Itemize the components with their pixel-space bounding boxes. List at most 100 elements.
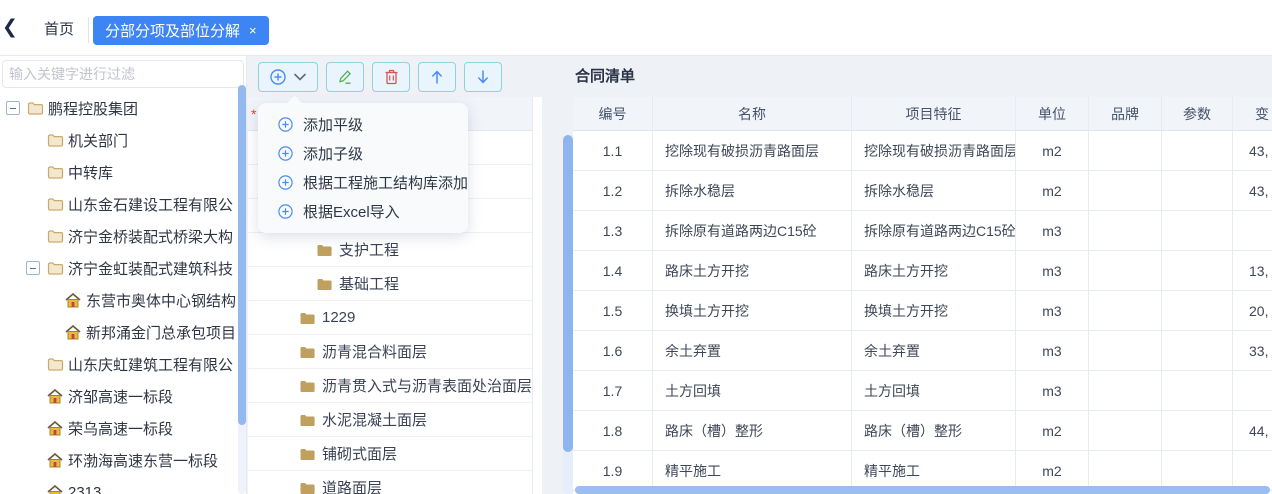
sidebar-tree-item[interactable]: 新邦涌金门总承包项目 [0,316,247,348]
table-cell: m2 [1016,131,1089,171]
table-cell: 精平施工 [852,451,1016,491]
work-breakdown-row[interactable]: 铺砌式面层 [248,437,532,471]
top-tab-bar: ❮ 首页 分部分项及部位分解 × [0,0,1272,56]
folder-icon [46,165,64,179]
sidebar-tree-item[interactable]: 山东金石建设工程有限公 [0,188,247,220]
sidebar-tree-item[interactable]: 济宁金虹装配式建筑科技 [0,252,247,284]
dropdown-item[interactable]: 根据工程施工结构库添加 [258,168,468,197]
tree-filter-input[interactable] [2,60,244,88]
sidebar-tree-item[interactable]: 荣乌高速一标段 [0,412,247,444]
add-dropdown-menu: 添加平级添加子级根据工程施工结构库添加根据Excel导入 [258,103,468,233]
table-cell: 3 [1233,211,1272,251]
table-cell: 拆除原有道路两边C15砼 [852,211,1016,251]
tab-active-decomposition[interactable]: 分部分项及部位分解 × [93,16,269,45]
sidebar-scrollbar-thumb[interactable] [238,85,246,425]
dropdown-item[interactable]: 添加平级 [258,110,468,139]
sidebar-tree-item[interactable]: 2313 [0,476,247,494]
table-cell: 20, [1233,291,1272,331]
table-body: 1.1挖除现有破损沥青路面层挖除现有破损沥青路面层m243,1.2拆除水稳层拆除… [573,131,1272,491]
folder-icon [315,277,333,291]
table-cell: m3 [1016,371,1089,411]
column-header: 项目特征 [852,97,1016,131]
folder-icon [298,481,316,494]
chevron-down-icon [294,73,306,81]
work-item-label: 基础工程 [339,273,399,294]
sidebar-tree-item[interactable]: 中转库 [0,156,247,188]
table-cell: 拆除水稳层 [852,171,1016,211]
folder-icon [46,357,64,371]
folder-icon [26,101,44,115]
plus-circle-icon [278,146,293,161]
trash-icon [384,69,399,85]
table-cell: m3 [1016,211,1089,251]
table-cell: 44, [1233,411,1272,451]
org-tree-sidebar: 鹏程控股集团机关部门中转库山东金石建设工程有限公济宁金桥装配式桥梁大构济宁金虹装… [0,56,247,494]
sidebar-tree-item[interactable]: 山东庆虹建筑工程有限公 [0,348,247,380]
contract-list-table: 编号名称项目特征单位品牌参数变 1.1挖除现有破损沥青路面层挖除现有破损沥青路面… [573,97,1272,494]
required-marker: * [251,106,256,122]
back-chevron-icon[interactable]: ❮ [2,17,20,39]
work-breakdown-row[interactable]: 沥青混合料面层 [248,335,532,369]
table-cell: 换填土方开挖 [653,291,852,331]
dropdown-item-label: 根据工程施工结构库添加 [303,172,468,193]
plus-circle-icon [270,69,286,85]
work-breakdown-row[interactable]: 水泥混凝土面层 [248,403,532,437]
work-breakdown-row[interactable]: 1229 [248,301,532,335]
tree-item-label: 环渤海高速东营一标段 [68,450,218,471]
table-cell [1162,291,1233,331]
tab-label: 分部分项及部位分解 [105,20,240,41]
folder-icon [46,133,64,147]
house-icon [64,325,82,340]
collapse-minus-icon[interactable] [26,261,40,275]
table-cell [1089,251,1162,291]
table-cell [1089,331,1162,371]
table-row[interactable]: 1.4路床土方开挖路床土方开挖m313, [573,251,1272,291]
delete-button[interactable] [372,62,410,92]
work-breakdown-row[interactable]: 道路面层 [248,471,532,494]
add-dropdown-button[interactable] [258,62,318,92]
sidebar-tree-item[interactable]: 东营市奥体中心钢结构 [0,284,247,316]
table-cell: 精平施工 [653,451,852,491]
work-breakdown-row[interactable]: 支护工程 [248,233,532,267]
sidebar-tree: 鹏程控股集团机关部门中转库山东金石建设工程有限公济宁金桥装配式桥梁大构济宁金虹装… [0,92,247,494]
table-row[interactable]: 1.6余土弃置余土弃置m333, [573,331,1272,371]
tree-item-label: 济宁金桥装配式桥梁大构 [68,226,233,247]
column-header: 品牌 [1089,97,1162,131]
table-cell: m2 [1016,411,1089,451]
tab-close-icon[interactable]: × [249,24,257,37]
tree-item-label: 中转库 [68,162,113,183]
dropdown-item-label: 添加子级 [303,143,363,164]
tree-item-label: 新邦涌金门总承包项目 [86,322,236,343]
sidebar-tree-item[interactable]: 鹏程控股集团 [0,92,247,124]
sidebar-tree-item[interactable]: 济邹高速一标段 [0,380,247,412]
dropdown-item[interactable]: 根据Excel导入 [258,197,468,226]
sidebar-tree-item[interactable]: 济宁金桥装配式桥梁大构 [0,220,247,252]
tree-item-label: 东营市奥体中心钢结构 [86,290,236,311]
sidebar-tree-item[interactable]: 环渤海高速东营一标段 [0,444,247,476]
table-row[interactable]: 1.7土方回填土方回填m3 [573,371,1272,411]
table-row[interactable]: 1.5换填土方开挖换填土方开挖m320, [573,291,1272,331]
table-row[interactable]: 1.3拆除原有道路两边C15砼拆除原有道路两边C15砼m33 [573,211,1272,251]
table-row[interactable]: 1.8路床（槽）整形路床（槽）整形m244, [573,411,1272,451]
move-up-button[interactable] [418,62,456,92]
sidebar-tree-item[interactable]: 机关部门 [0,124,247,156]
table-row[interactable]: 1.1挖除现有破损沥青路面层挖除现有破损沥青路面层m243, [573,131,1272,171]
work-breakdown-row[interactable]: 沥青贯入式与沥青表面处治面层 [248,369,532,403]
contract-list-title: 合同清单 [575,56,635,97]
table-row[interactable]: 1.9精平施工精平施工m2 [573,451,1272,491]
dropdown-item[interactable]: 添加子级 [258,139,468,168]
work-breakdown-row[interactable]: 基础工程 [248,267,532,301]
work-item-label: 道路面层 [322,477,382,494]
edit-button[interactable] [326,62,364,92]
table-row[interactable]: 1.2拆除水稳层拆除水稳层m243, [573,171,1272,211]
table-horizontal-scrollbar-thumb[interactable] [575,486,1270,494]
table-header-row: 编号名称项目特征单位品牌参数变 [573,97,1272,131]
move-down-button[interactable] [464,62,502,92]
tab-home[interactable]: 首页 [30,16,88,44]
collapse-minus-icon[interactable] [6,101,20,115]
table-vertical-scrollbar-thumb[interactable] [563,135,573,452]
pencil-icon [337,69,353,85]
tree-item-label: 2313 [68,484,101,494]
work-item-label: 沥青混合料面层 [322,341,427,362]
table-cell: 换填土方开挖 [852,291,1016,331]
